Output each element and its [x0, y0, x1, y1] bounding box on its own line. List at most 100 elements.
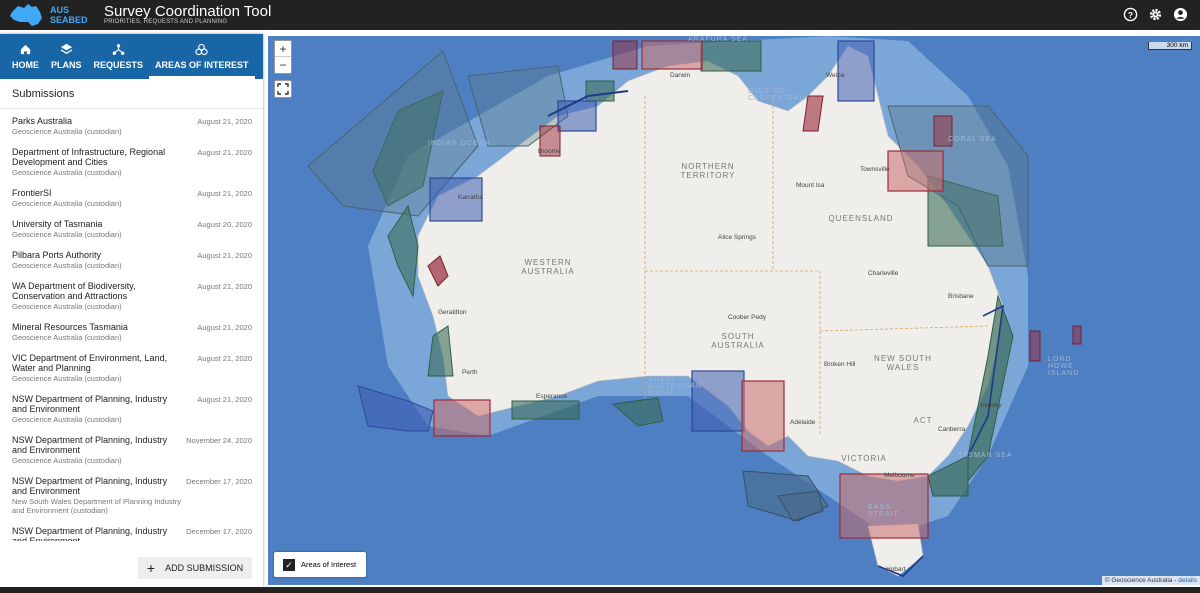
region-label-qld: QUEENSLAND	[828, 214, 894, 223]
app-title: Survey Coordination Tool	[104, 3, 272, 20]
sea-label-gulf: GULF OF CARPENTARIA	[748, 88, 809, 102]
submission-name: NSW Department of Planning, Industry and…	[12, 435, 168, 455]
nav-plans[interactable]: PLANS	[45, 34, 88, 79]
gear-icon[interactable]	[1148, 7, 1163, 22]
city-label: Townsville	[860, 166, 890, 173]
taskbar-strip	[0, 587, 1200, 593]
submission-date: December 17, 2020	[186, 527, 252, 536]
add-submission-button[interactable]: + ADD SUBMISSION	[138, 557, 252, 579]
list-item[interactable]: NSW Department of Planning, Industry and…	[0, 389, 263, 430]
nav-areas-of-interest[interactable]: AREAS OF INTEREST	[149, 34, 255, 79]
city-label: Darwin	[670, 72, 691, 79]
city-label: Broome	[538, 148, 561, 155]
layer-legend: ✓ Areas of Interest	[274, 552, 366, 577]
list-item[interactable]: Parks Australia Geoscience Australia (cu…	[0, 111, 263, 142]
city-label: Perth	[462, 369, 478, 376]
requests-icon	[112, 44, 125, 55]
areas-of-interest-checkbox[interactable]: ✓	[283, 558, 295, 571]
submission-name: NSW Department of Planning, Industry and…	[12, 476, 168, 496]
layers-icon	[60, 43, 73, 54]
submission-date: August 21, 2020	[197, 251, 252, 260]
list-item[interactable]: University of Tasmania Geoscience Austra…	[0, 214, 263, 245]
submission-custodian: Geoscience Australia (custodian)	[12, 199, 122, 208]
submission-date: August 21, 2020	[197, 189, 252, 198]
city-label: Hobart	[886, 566, 906, 573]
list-item[interactable]: WA Department of Biodiversity, Conservat…	[0, 276, 263, 317]
region-label-vic: VICTORIA	[841, 454, 887, 463]
app-subtitle: PRIORITIES, REQUESTS AND PLANNING	[104, 19, 228, 25]
submission-name: WA Department of Biodiversity, Conservat…	[12, 281, 136, 301]
city-label: Canberra	[938, 426, 966, 433]
city-label: Adelaide	[790, 419, 816, 426]
zoom-in-button[interactable]: +	[275, 41, 291, 57]
sea-label-bass: BASS STRAIT	[868, 504, 899, 518]
submissions-heading: Submissions	[0, 79, 263, 109]
submission-date: August 21, 2020	[197, 323, 252, 332]
zoom-out-button[interactable]: −	[275, 57, 291, 73]
sea-label-arafura: ARAFURA SEA	[688, 36, 749, 43]
areas-icon	[195, 43, 208, 56]
submissions-list: Parks Australia Geoscience Australia (cu…	[0, 111, 263, 541]
list-item[interactable]: Mineral Resources Tasmania Geoscience Au…	[0, 317, 263, 348]
svg-text:?: ?	[1128, 10, 1133, 20]
help-icon[interactable]: ?	[1123, 7, 1138, 22]
submission-custodian: Geoscience Australia (custodian)	[12, 374, 122, 383]
submission-custodian: Geoscience Australia (custodian)	[12, 333, 122, 342]
region-label-act: ACT	[913, 416, 933, 425]
list-item[interactable]: Department of Infrastructure, Regional D…	[0, 142, 263, 183]
side-panel: HOME PLANS REQUESTS AREAS OF INTEREST Su…	[0, 34, 263, 587]
city-label: Melbourne	[884, 472, 915, 479]
submission-date: December 17, 2020	[186, 477, 252, 486]
map-attribution: © Geoscience Australia - details	[1101, 576, 1200, 585]
logo-bottom-text: SEABED	[50, 15, 88, 25]
nav-home[interactable]: HOME	[6, 34, 45, 79]
sea-label-lordhowe: LORD HOWE ISLAND	[1048, 356, 1080, 377]
city-label: Broken Hill	[824, 361, 856, 368]
submission-name: University of Tasmania	[12, 219, 103, 229]
nav-home-label: HOME	[12, 60, 39, 70]
sea-label-tasman: TASMAN SEA	[958, 452, 1013, 459]
attribution-details-link[interactable]: details	[1178, 577, 1197, 584]
city-label: Alice Springs	[718, 234, 756, 241]
list-item[interactable]: Pilbara Ports Authority Geoscience Austr…	[0, 245, 263, 276]
logo-top-text: AUS	[50, 5, 70, 15]
map-view[interactable]: NORTHERN TERRITORY QUEENSLAND WESTERN AU…	[268, 36, 1200, 585]
submission-name: Department of Infrastructure, Regional D…	[12, 147, 166, 167]
list-item[interactable]: NSW Department of Planning, Industry and…	[0, 471, 263, 521]
fullscreen-button[interactable]	[274, 80, 292, 98]
submission-date: August 21, 2020	[197, 354, 252, 363]
plus-icon: +	[146, 560, 156, 576]
submission-name: NSW Department of Planning, Industry and…	[12, 394, 168, 414]
fullscreen-icon	[277, 83, 289, 95]
sea-label-coral: CORAL SEA	[948, 136, 997, 143]
map-canvas	[307, 36, 1082, 577]
city-label: Geraldton	[438, 309, 467, 316]
list-item[interactable]: NSW Department of Planning, Industry and…	[0, 430, 263, 471]
submission-custodian: Geoscience Australia (custodian)	[12, 168, 122, 177]
account-icon[interactable]	[1173, 7, 1188, 22]
submission-custodian: Geoscience Australia (custodian)	[12, 230, 122, 239]
submission-date: August 20, 2020	[197, 220, 252, 229]
list-item[interactable]: VIC Department of Environment, Land, Wat…	[0, 348, 263, 389]
submission-name: FrontierSI	[12, 188, 52, 198]
submission-date: November 24, 2020	[186, 436, 252, 445]
submission-date: August 21, 2020	[197, 117, 252, 126]
submission-date: August 21, 2020	[197, 148, 252, 157]
region-label-wa: WESTERN AUSTRALIA	[521, 258, 575, 276]
list-item[interactable]: FrontierSI Geoscience Australia (custodi…	[0, 183, 263, 214]
legend-label: Areas of Interest	[301, 560, 357, 569]
nav-requests[interactable]: REQUESTS	[88, 34, 150, 79]
submission-name: Pilbara Ports Authority	[12, 250, 102, 260]
list-item[interactable]: NSW Department of Planning, Industry and…	[0, 521, 263, 541]
submission-custodian: New South Wales Department of Planning I…	[12, 497, 181, 515]
region-label-nsw: NEW SOUTH WALES	[874, 354, 932, 372]
ausseabed-logo[interactable]: AUS SEABED	[6, 2, 96, 28]
nav-requests-label: REQUESTS	[93, 60, 144, 70]
home-icon	[20, 44, 31, 55]
submission-custodian: Geoscience Australia (custodian)	[12, 127, 122, 136]
main-nav: HOME PLANS REQUESTS AREAS OF INTEREST	[0, 34, 263, 79]
submission-name: Mineral Resources Tasmania	[12, 322, 128, 332]
city-label: Karratha	[458, 194, 483, 201]
submission-custodian: Geoscience Australia (custodian)	[12, 415, 122, 424]
australia-logo-icon	[10, 4, 42, 26]
